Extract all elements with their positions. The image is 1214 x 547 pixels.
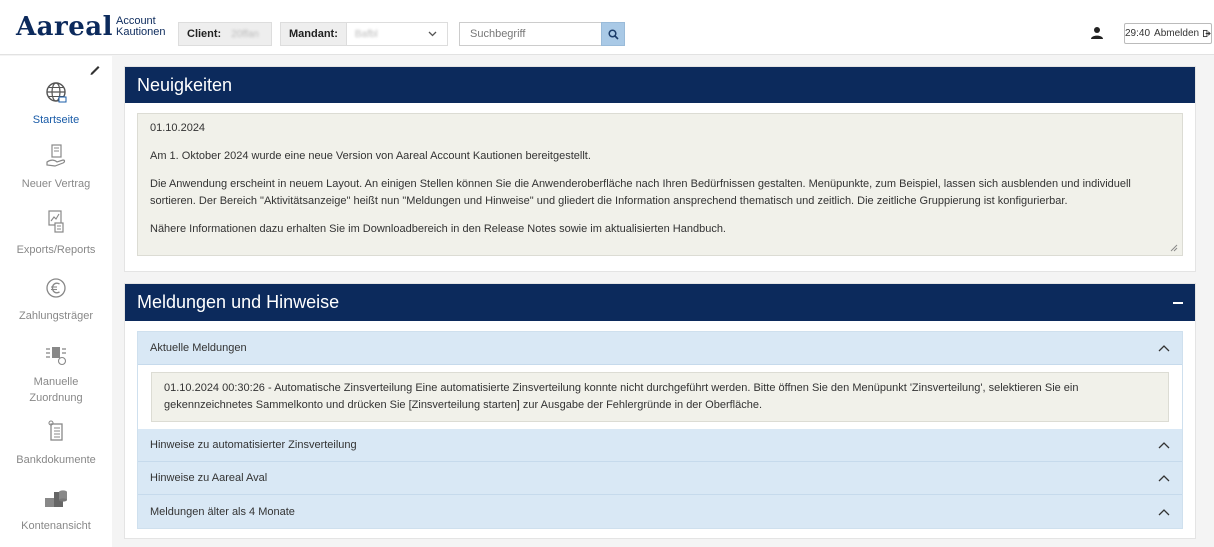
- sidebar-item-label: Neuer Vertrag: [21, 178, 91, 190]
- sidebar-item-zahlungstraeger[interactable]: Zahlungsträger: [0, 274, 112, 324]
- app-logo[interactable]: Aareal Account Kautionen: [16, 14, 166, 40]
- news-paragraph-1: Am 1. Oktober 2024 wurde eine neue Versi…: [150, 150, 591, 162]
- sidebar: Startseite Neuer Vertrag Exports/Reports…: [0, 56, 112, 547]
- export-report-icon: [48, 210, 64, 233]
- accordion-aktuelle-meldungen[interactable]: Aktuelle Meldungen: [138, 332, 1182, 365]
- news-title: Neuigkeiten: [137, 74, 233, 95]
- logo-subtitle: Account Kautionen: [116, 16, 166, 38]
- accordion-label: Meldungen älter als 4 Monate: [150, 505, 295, 518]
- accordion-label: Hinweise zu Aareal Aval: [150, 472, 268, 484]
- session-timer: 29:40: [1125, 28, 1151, 39]
- logo-wordmark: Aareal: [16, 12, 113, 42]
- logout-icon: [1203, 29, 1211, 38]
- news-paragraph-3: Nähere Informationen dazu erhalten Sie i…: [150, 223, 726, 235]
- edit-pencil-icon[interactable]: [88, 62, 102, 76]
- messages-title: Meldungen und Hinweise: [137, 292, 340, 312]
- euro-icon: [46, 278, 66, 298]
- manual-assign-icon: [46, 347, 67, 366]
- accordion-label: Aktuelle Meldungen: [150, 342, 247, 354]
- sidebar-item-label: Zahlungsträger: [19, 310, 93, 322]
- globe-icon: [46, 82, 67, 103]
- client-selector[interactable]: Client: 20ffan: [178, 22, 272, 46]
- chevron-up-icon: [1158, 442, 1170, 449]
- sidebar-item-label: Startseite: [32, 114, 80, 126]
- accordion-body: 01.10.2024 00:30:26 - Automatische Zinsv…: [138, 365, 1182, 429]
- client-label: Client:: [187, 28, 222, 40]
- accordion-aareal-aval[interactable]: Hinweise zu Aareal Aval: [138, 462, 1182, 495]
- chevron-up-icon: [1158, 345, 1170, 352]
- collapse-icon[interactable]: [1173, 301, 1183, 304]
- accordion-label: Hinweise zu automatisierter Zinsverteilu…: [150, 439, 357, 451]
- search-button[interactable]: [601, 22, 625, 46]
- sidebar-item-label-line2: Zuordnung: [29, 392, 83, 404]
- sidebar-item-label: Manuelle Zuordnung: [0, 374, 112, 406]
- current-message: 01.10.2024 00:30:26 - Automatische Zinsv…: [151, 372, 1169, 422]
- sidebar-item-startseite[interactable]: Startseite: [0, 78, 112, 128]
- mandant-label: Mandant:: [281, 23, 347, 45]
- news-paragraph-2: Die Anwendung erscheint in neuem Layout.…: [150, 178, 1131, 207]
- news-panel: Neuigkeiten 01.10.2024 Am 1. Oktober 202…: [124, 66, 1196, 272]
- sidebar-item-kontenansicht[interactable]: Kontenansicht: [0, 484, 112, 534]
- accordion-zinsverteilung[interactable]: Hinweise zu automatisierter Zinsverteilu…: [138, 429, 1182, 462]
- news-panel-header: Neuigkeiten: [125, 67, 1195, 103]
- top-bar: Aareal Account Kautionen Client: 20ffan …: [0, 0, 1214, 55]
- logo-subtitle-line2: Kautionen: [115, 26, 166, 38]
- sidebar-item-neuer-vertrag[interactable]: Neuer Vertrag: [0, 142, 112, 192]
- sidebar-item-bankdokumente[interactable]: Bankdokumente: [0, 418, 112, 468]
- user-icon[interactable]: [1090, 26, 1104, 40]
- chevron-down-icon: [428, 29, 437, 40]
- sidebar-item-exports-reports[interactable]: Exports/Reports: [0, 208, 112, 258]
- search-input[interactable]: [459, 22, 602, 46]
- logout-label: Abmelden: [1154, 28, 1200, 39]
- logout-button[interactable]: 29:40 Abmelden: [1124, 23, 1212, 44]
- messages-panel: Meldungen und Hinweise Aktuelle Meldunge…: [124, 283, 1196, 539]
- messages-accordion: Aktuelle Meldungen 01.10.2024 00:30:26 -…: [137, 331, 1183, 529]
- news-textarea[interactable]: 01.10.2024 Am 1. Oktober 2024 wurde eine…: [137, 113, 1183, 256]
- sidebar-item-label: Exports/Reports: [16, 244, 96, 256]
- chevron-up-icon: [1158, 508, 1170, 515]
- bank-document-icon: [48, 420, 63, 441]
- sidebar-item-label-line1: Manuelle: [33, 376, 79, 388]
- mandant-select[interactable]: Mandant: Bafbl: [280, 22, 448, 46]
- sidebar-item-label: Bankdokumente: [16, 454, 96, 466]
- search-icon: [607, 28, 619, 40]
- accordion-aeltere-meldungen[interactable]: Meldungen älter als 4 Monate: [138, 495, 1182, 528]
- sidebar-item-manuelle-zuordnung[interactable]: Manuelle Zuordnung: [0, 340, 112, 406]
- sidebar-item-label: Kontenansicht: [21, 520, 91, 532]
- mandant-value: Bafbl: [354, 28, 378, 40]
- chevron-up-icon: [1158, 475, 1170, 482]
- resize-handle-icon[interactable]: [1170, 244, 1178, 252]
- news-date: 01.10.2024: [150, 122, 206, 134]
- contract-hand-icon: [46, 144, 66, 167]
- client-value: 20ffan: [231, 28, 259, 40]
- messages-panel-header: Meldungen und Hinweise: [125, 284, 1195, 321]
- accounts-view-icon: [45, 490, 67, 507]
